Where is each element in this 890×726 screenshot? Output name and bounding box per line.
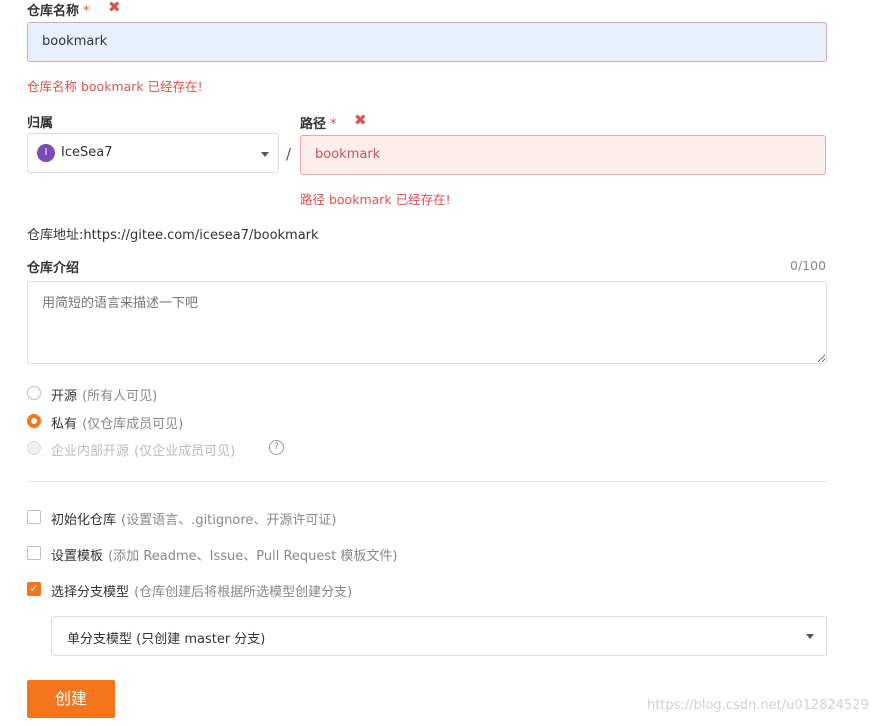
option-hint: (所有人可见) <box>82 389 158 404</box>
radio-button[interactable] <box>27 386 41 400</box>
create-button[interactable]: 创建 <box>27 680 115 718</box>
checkbox[interactable] <box>27 546 41 560</box>
description-counter: 0/100 <box>790 258 827 273</box>
description-textarea[interactable] <box>27 281 827 364</box>
error-x-icon: ✖ <box>354 111 367 129</box>
checkbox[interactable] <box>27 510 41 524</box>
path-input[interactable]: bookmark <box>300 135 826 175</box>
owner-select[interactable]: I IceSea7 <box>27 133 279 173</box>
option-label: 企业内部开源 <box>51 444 130 459</box>
owner-path-separator: / <box>286 145 292 163</box>
option-hint: (仓库创建后将根据所选模型创建分支) <box>134 585 353 600</box>
option-label: 私有 <box>51 417 78 432</box>
repo-name-label: 仓库名称 * <box>27 0 90 19</box>
chevron-down-icon <box>261 152 269 157</box>
repo-address-url: https://gitee.com/icesea7/bookmark <box>83 228 319 243</box>
option-hint: (添加 Readme、Issue、Pull Request 模板文件) <box>108 549 398 564</box>
visibility-option-text: 开源 (所有人可见) <box>51 385 157 404</box>
repo-address-label: 仓库地址: <box>27 228 84 243</box>
repo-name-label-text: 仓库名称 <box>27 4 80 19</box>
option-label: 选择分支模型 <box>51 585 130 600</box>
branch-model-select[interactable]: 单分支模型 (只创建 master 分支) <box>51 616 827 656</box>
description-label: 仓库介绍 <box>27 261 80 276</box>
visibility-option-text: 私有 (仅仓库成员可见) <box>51 413 183 432</box>
option-text: 设置模板 (添加 Readme、Issue、Pull Request 模板文件) <box>51 545 397 564</box>
option-hint: (仅企业成员可见) <box>134 444 236 459</box>
repo-name-value: bookmark <box>42 34 108 49</box>
owner-value: IceSea7 <box>61 145 113 160</box>
radio-button-checked[interactable] <box>27 414 41 428</box>
owner-label: 归属 <box>27 116 54 131</box>
error-x-icon: ✖ <box>108 0 121 16</box>
path-label: 路径 * <box>300 113 337 132</box>
divider <box>27 481 827 482</box>
repo-address: 仓库地址:https://gitee.com/icesea7/bookmark <box>27 224 319 243</box>
path-label-text: 路径 <box>300 117 327 132</box>
path-value: bookmark <box>315 147 381 162</box>
radio-button-disabled <box>27 441 41 455</box>
option-text: 初始化仓库 (设置语言、.gitignore、开源许可证) <box>51 509 336 528</box>
repo-name-input[interactable]: bookmark <box>27 22 827 62</box>
required-mark: * <box>83 4 90 19</box>
avatar: I <box>37 144 55 162</box>
required-mark: * <box>330 117 337 132</box>
option-label: 初始化仓库 <box>51 513 117 528</box>
option-text: 选择分支模型 (仓库创建后将根据所选模型创建分支) <box>51 581 352 600</box>
option-hint: (设置语言、.gitignore、开源许可证) <box>121 513 337 528</box>
watermark: https://blog.csdn.net/u012824529 <box>647 698 869 713</box>
visibility-option-text: 企业内部开源 (仅企业成员可见) <box>51 440 235 459</box>
option-hint: (仅仓库成员可见) <box>82 417 184 432</box>
help-icon[interactable]: ? <box>269 440 284 455</box>
option-label: 开源 <box>51 389 78 404</box>
path-error: 路径 bookmark 已经存在! <box>300 192 451 207</box>
branch-model-value: 单分支模型 (只创建 master 分支) <box>67 632 266 647</box>
checkbox-checked[interactable]: ✓ <box>27 582 41 596</box>
chevron-down-icon <box>806 634 814 639</box>
option-label: 设置模板 <box>51 549 104 564</box>
repo-name-error: 仓库名称 bookmark 已经存在! <box>27 79 203 94</box>
